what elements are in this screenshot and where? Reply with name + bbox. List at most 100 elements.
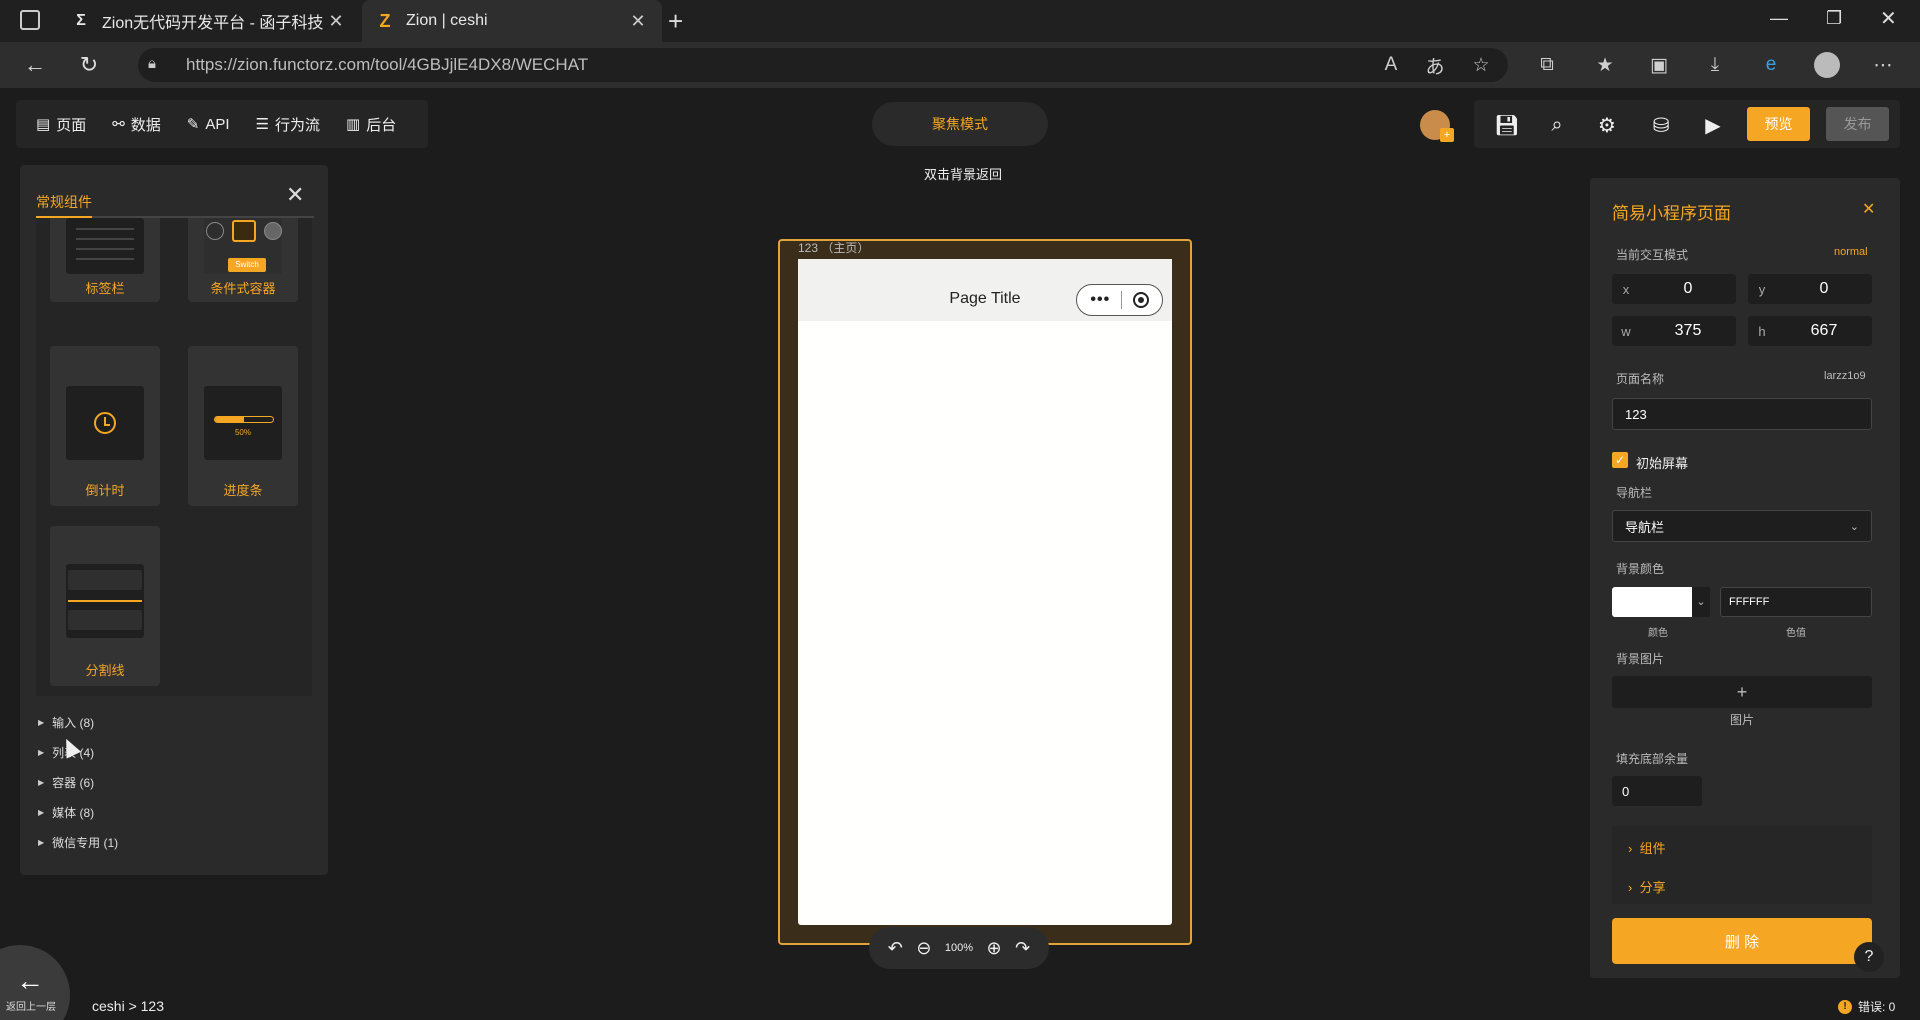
- arrow-left-icon[interactable]: ←: [16, 965, 44, 997]
- x-field[interactable]: x0: [1612, 274, 1736, 304]
- color-hex-input[interactable]: FFFFFF: [1720, 587, 1872, 617]
- chevron-right-icon: ›: [1628, 880, 1640, 895]
- section-share[interactable]: › 分享: [1628, 877, 1666, 896]
- focus-mode-button[interactable]: 聚焦模式: [872, 102, 1048, 146]
- favorites-icon[interactable]: ★: [1590, 50, 1620, 80]
- help-icon[interactable]: ?: [1854, 942, 1884, 972]
- more-icon[interactable]: ⋯: [1868, 50, 1898, 80]
- y-field[interactable]: y0: [1748, 274, 1872, 304]
- progress-fill: [215, 417, 244, 422]
- zoom-out-icon[interactable]: ⊖: [916, 938, 931, 959]
- close-icon[interactable]: ✕: [1862, 199, 1875, 219]
- color-hex-value[interactable]: FFFFFF: [1729, 596, 1769, 608]
- profile-icon[interactable]: [1812, 50, 1842, 80]
- focus-hint: 双击背景返回: [924, 167, 1003, 182]
- category-container[interactable]: ▶ 容器 (6): [38, 774, 94, 791]
- field-value[interactable]: 0: [1776, 280, 1872, 298]
- nav-backend[interactable]: ▥ 后台: [346, 114, 396, 135]
- component-divider[interactable]: 分割线: [50, 526, 160, 686]
- tab-title: Zion无代码开发平台 - 函子科技: [102, 15, 324, 32]
- component-tabbar[interactable]: 标签栏: [50, 218, 160, 302]
- navbar-value: 导航栏: [1625, 519, 1665, 535]
- field-value[interactable]: 667: [1776, 322, 1872, 340]
- component-grid: 标签栏 Switch 条件式容器 倒计时 50% 进度条 分割线: [36, 218, 312, 696]
- translate-icon[interactable]: あ: [1420, 50, 1450, 80]
- extensions-icon[interactable]: ⧉: [1532, 50, 1562, 80]
- minimize-icon[interactable]: —: [1770, 8, 1788, 29]
- page-name-input[interactable]: 123: [1612, 398, 1872, 430]
- preview-button[interactable]: 预览: [1747, 107, 1810, 141]
- component-progress[interactable]: 50% 进度条: [188, 346, 298, 506]
- image-caption: 图片: [1730, 713, 1755, 727]
- publish-button[interactable]: 发布: [1826, 107, 1889, 141]
- divider-icon: [66, 564, 144, 638]
- url-text[interactable]: https://zion.functorz.com/tool/4GBJjlE4D…: [186, 53, 588, 77]
- delete-button[interactable]: 删 除: [1612, 918, 1872, 964]
- nav-pages[interactable]: ▤ 页面: [36, 114, 86, 135]
- color-swatch[interactable]: [1612, 587, 1692, 617]
- category-media[interactable]: ▶ 媒体 (8): [38, 804, 94, 821]
- component-label: 倒计时: [85, 483, 125, 498]
- component-countdown[interactable]: 倒计时: [50, 346, 160, 506]
- fill-bottom-value[interactable]: 0: [1622, 784, 1629, 799]
- read-aloud-icon[interactable]: A: [1376, 50, 1406, 80]
- phone-screen[interactable]: [798, 259, 1172, 925]
- add-favorite-icon[interactable]: ☆: [1466, 50, 1496, 80]
- collections-icon[interactable]: ▣: [1644, 50, 1674, 80]
- redo-icon[interactable]: ↷: [1015, 938, 1030, 959]
- refresh-icon[interactable]: ↻: [74, 50, 104, 80]
- category-wechat[interactable]: ▶ 微信专用 (1): [38, 834, 118, 851]
- fill-bottom-input[interactable]: 0: [1612, 776, 1702, 806]
- warning-icon: !: [1838, 999, 1852, 1014]
- new-tab-icon[interactable]: +: [668, 6, 683, 37]
- error-indicator[interactable]: ! 错误: 0: [1838, 998, 1895, 1015]
- capsule-separator: [1120, 291, 1122, 309]
- search-icon[interactable]: ⌕: [1544, 112, 1570, 138]
- database-icon[interactable]: ⛁: [1648, 112, 1674, 138]
- undo-icon[interactable]: ↶: [888, 938, 903, 959]
- back-icon[interactable]: ←: [20, 50, 50, 80]
- breadcrumb: ceshi > 123: [92, 998, 164, 1014]
- window-close-icon[interactable]: ✕: [1880, 6, 1897, 31]
- browser-tab-2[interactable]: Z Zion | ceshi ✕: [362, 0, 662, 42]
- zoom-controls: ↶ ⊖ 100% ⊕ ↷: [869, 927, 1049, 969]
- nav-flow[interactable]: ☰ 行为流: [256, 114, 320, 135]
- field-label: x: [1622, 281, 1630, 297]
- w-field[interactable]: w 375: [1612, 316, 1736, 346]
- field-value[interactable]: 375: [1640, 322, 1736, 340]
- wechat-capsule: •••: [1076, 284, 1163, 316]
- add-image-button[interactable]: +: [1612, 676, 1872, 708]
- interaction-mode-value[interactable]: normal: [1834, 246, 1868, 258]
- section-label: 组件: [1639, 841, 1666, 856]
- nav-api[interactable]: ✎ API: [187, 115, 230, 134]
- tab-actions-icon[interactable]: [20, 10, 40, 30]
- lock-icon[interactable]: 🔒︎: [148, 55, 156, 72]
- value-caption: 色值: [1786, 628, 1806, 639]
- downloads-icon[interactable]: ⤓: [1700, 50, 1730, 80]
- edge-icon[interactable]: e: [1756, 50, 1786, 80]
- page-name-value[interactable]: 123: [1625, 407, 1647, 422]
- close-icon[interactable]: ✕: [286, 182, 304, 208]
- field-value[interactable]: 0: [1640, 280, 1736, 298]
- section-components[interactable]: › 组件: [1628, 838, 1666, 857]
- navbar-select[interactable]: 导航栏 ⌄: [1612, 510, 1872, 542]
- category-input[interactable]: ▶ 输入 (8): [38, 714, 94, 731]
- close-icon[interactable]: ✕: [628, 11, 648, 32]
- zoom-in-icon[interactable]: ⊕: [987, 938, 1002, 959]
- add-collaborator-icon[interactable]: +: [1440, 128, 1454, 142]
- caret-right-icon: ▶: [38, 778, 45, 787]
- category-label: 媒体 (8): [52, 806, 95, 820]
- category-label: 输入 (8): [52, 716, 95, 730]
- h-field[interactable]: h 667: [1748, 316, 1872, 346]
- browser-tab-1[interactable]: Σ Zion无代码开发平台 - 函子科技 ✕: [58, 0, 360, 42]
- component-switch-container[interactable]: Switch 条件式容器: [188, 218, 298, 302]
- initial-screen-checkbox[interactable]: ✓: [1612, 452, 1628, 468]
- maximize-icon[interactable]: ❐: [1826, 8, 1842, 29]
- chevron-down-icon[interactable]: ⌄: [1692, 587, 1710, 617]
- save-icon[interactable]: 💾︎: [1494, 112, 1520, 138]
- run-icon[interactable]: ▶: [1700, 112, 1726, 138]
- caret-right-icon: ▶: [38, 748, 45, 757]
- nav-data[interactable]: ⚯ 数据: [112, 114, 161, 135]
- close-icon[interactable]: ✕: [326, 11, 346, 32]
- debug-icon[interactable]: ⚙: [1594, 112, 1620, 138]
